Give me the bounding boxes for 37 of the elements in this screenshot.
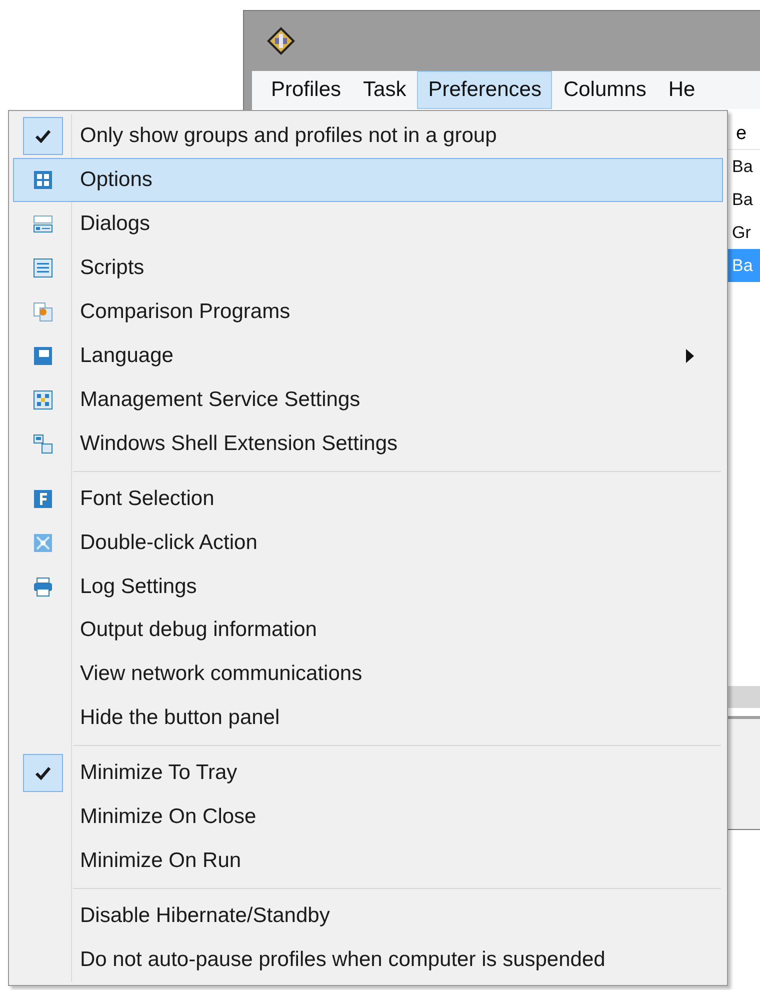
menu-item[interactable]: Output debug information [13, 608, 723, 652]
checkmark-icon [35, 766, 51, 780]
menu-item[interactable]: Do not auto-pause profiles when computer is suspended [13, 938, 723, 982]
menu-item[interactable]: Hide the button panel [13, 696, 723, 740]
menu-item[interactable]: Options [13, 158, 723, 202]
menu-bar-item[interactable]: Task [352, 71, 418, 109]
menu-bar-item[interactable]: Preferences [417, 71, 552, 109]
form-icon [33, 214, 53, 234]
grid-icon [33, 170, 53, 190]
windows-icon [33, 434, 53, 454]
network-icon [33, 390, 53, 410]
menu-item[interactable]: Log Settings [13, 564, 723, 608]
checkmark-icon [35, 128, 51, 143]
menu-item[interactable]: View network communications [13, 652, 723, 696]
panel-icon [33, 346, 53, 366]
menu-item[interactable]: Minimize On Run [13, 839, 723, 884]
menu-item[interactable]: Double-click Action [13, 520, 723, 565]
menu-item[interactable]: Language [13, 334, 723, 378]
menu-item[interactable]: Comparison Programs [13, 290, 723, 334]
menu-bar-item[interactable]: Profiles [260, 71, 352, 109]
document-icon [33, 258, 53, 278]
menu-item[interactable]: Font Selection [13, 476, 723, 521]
menu-item[interactable]: Disable Hibernate/Standby [13, 894, 723, 938]
menu-item[interactable]: Minimize To Tray [13, 751, 723, 796]
printer-icon [33, 576, 53, 596]
menu-item[interactable]: Dialogs [13, 202, 723, 246]
menu-item[interactable]: Scripts [13, 246, 723, 290]
menu-bar-item[interactable]: Columns [552, 71, 658, 109]
menu-item[interactable]: Minimize On Close [13, 795, 723, 840]
gear-document-icon [33, 302, 53, 322]
sparkle-icon [33, 532, 53, 553]
menu-item[interactable]: Management Service Settings [13, 378, 723, 422]
app-icon [266, 26, 296, 56]
menu-bar-item[interactable]: He [657, 71, 706, 109]
font-icon [33, 488, 53, 509]
menu-item[interactable]: Windows Shell Extension Settings [13, 422, 723, 466]
menu-item[interactable]: Only show groups and profiles not in a group [13, 114, 723, 158]
